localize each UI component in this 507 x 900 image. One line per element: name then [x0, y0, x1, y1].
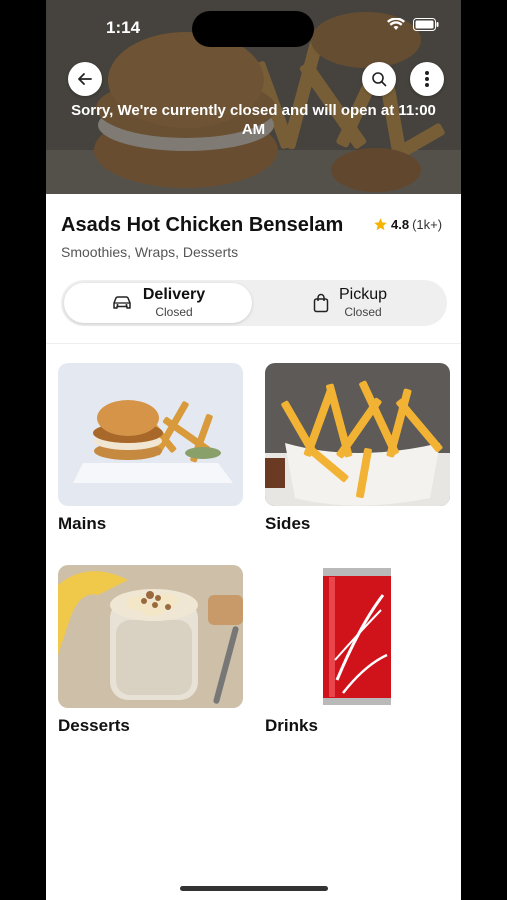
rating-score: 4.8: [391, 217, 410, 232]
category-card-desserts[interactable]: Desserts: [58, 565, 243, 736]
category-card-mains[interactable]: Mains: [58, 363, 243, 534]
category-image: [265, 565, 450, 708]
wifi-icon: [387, 18, 405, 30]
dynamic-island: [192, 11, 314, 47]
back-arrow-icon: [78, 73, 92, 85]
restaurant-name: Asads Hot Chicken Benselam: [61, 214, 344, 236]
category-label: Drinks: [265, 716, 318, 735]
rating-count: (1k+): [412, 217, 443, 232]
delivery-status: Closed: [155, 305, 193, 319]
category-image: [265, 363, 450, 506]
search-icon: [372, 72, 387, 87]
car-icon: [113, 296, 131, 309]
more-options-button[interactable]: [410, 62, 444, 96]
pickup-label: Pickup: [338, 286, 388, 303]
category-card-drinks[interactable]: Drinks: [265, 565, 450, 736]
back-button[interactable]: [68, 62, 102, 96]
home-indicator[interactable]: [180, 886, 328, 891]
category-label: Desserts: [58, 716, 130, 735]
cuisine-list: Smoothies, Wraps, Desserts: [61, 244, 239, 260]
delivery-option[interactable]: Delivery Closed: [64, 283, 252, 323]
battery-icon: [413, 18, 439, 31]
more-vertical-icon: [425, 71, 429, 87]
rating[interactable]: 4.8 (1k+): [373, 217, 442, 232]
delivery-label: Delivery: [142, 286, 206, 303]
app-screen: 1:14 Sorry, We're currently closed and w…: [46, 0, 461, 900]
search-button[interactable]: [362, 62, 396, 96]
fulfillment-toggle: Delivery Closed Pickup Closed: [61, 280, 447, 326]
status-icons: [387, 18, 439, 31]
star-icon: [374, 218, 387, 231]
category-card-sides[interactable]: Sides: [265, 363, 450, 534]
pickup-option[interactable]: Pickup Closed: [256, 283, 444, 323]
status-time: 1:14: [106, 18, 141, 37]
category-image: [58, 363, 243, 506]
closed-message: Sorry, We're currently closed and will o…: [71, 102, 436, 138]
category-image: [58, 565, 243, 708]
shopping-bag-icon: [313, 293, 329, 313]
category-label: Sides: [265, 514, 311, 533]
pickup-status: Closed: [344, 305, 382, 319]
section-divider: [46, 343, 461, 344]
hero-banner: 1:14 Sorry, We're currently closed and w…: [46, 0, 461, 194]
category-label: Mains: [58, 514, 107, 533]
